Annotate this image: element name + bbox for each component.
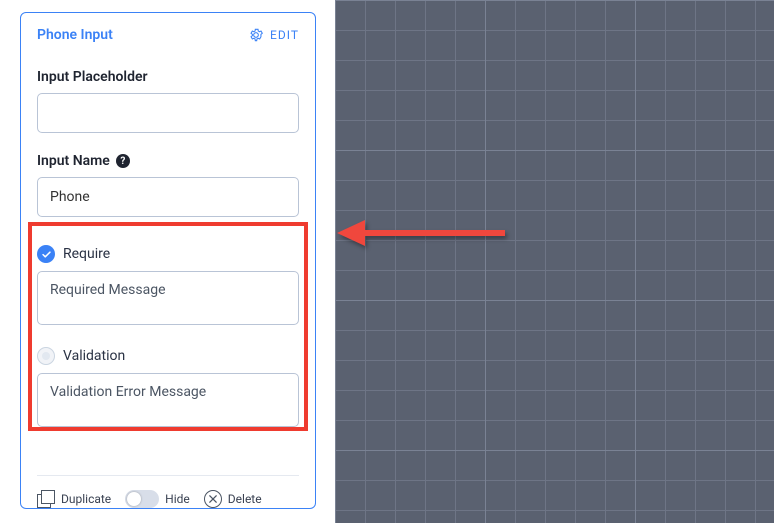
annotation-arrow-icon — [335, 216, 505, 250]
checkmark-icon — [37, 245, 55, 263]
delete-label: Delete — [228, 492, 262, 506]
toggle-icon — [125, 490, 159, 508]
settings-panel: Phone Input EDIT Input Placeholder Input… — [20, 12, 316, 509]
require-label: Require — [63, 246, 110, 262]
name-input[interactable] — [37, 177, 299, 217]
hide-button[interactable]: Hide — [125, 490, 190, 508]
duplicate-icon — [37, 490, 55, 508]
radio-off-icon — [37, 347, 55, 365]
panel-header: Phone Input EDIT — [21, 13, 315, 57]
help-icon[interactable]: ? — [116, 154, 130, 168]
validation-section: Validation Validation Error Message — [21, 333, 315, 435]
hide-label: Hide — [165, 492, 190, 506]
validation-message-input[interactable]: Validation Error Message — [37, 373, 299, 427]
required-message-input[interactable]: Required Message — [37, 271, 299, 325]
placeholder-input[interactable] — [37, 93, 299, 133]
require-toggle[interactable]: Require — [37, 245, 299, 263]
duplicate-label: Duplicate — [61, 492, 111, 506]
duplicate-button[interactable]: Duplicate — [37, 490, 111, 508]
validation-label: Validation — [63, 348, 125, 364]
delete-button[interactable]: Delete — [204, 490, 262, 508]
close-icon — [204, 490, 222, 508]
gear-icon — [248, 27, 264, 43]
panel-title: Phone Input — [37, 27, 113, 43]
name-label: Input Name — [37, 153, 110, 169]
require-section: Require Required Message — [21, 231, 315, 333]
edit-button[interactable]: EDIT — [248, 27, 299, 43]
panel-footer: Duplicate Hide Delete — [21, 476, 315, 508]
placeholder-label: Input Placeholder — [37, 69, 148, 85]
edit-label: EDIT — [270, 28, 299, 42]
editor-canvas[interactable] — [335, 0, 774, 523]
name-section: Input Name ? — [21, 141, 315, 225]
validation-toggle[interactable]: Validation — [37, 347, 299, 365]
placeholder-section: Input Placeholder — [21, 57, 315, 141]
